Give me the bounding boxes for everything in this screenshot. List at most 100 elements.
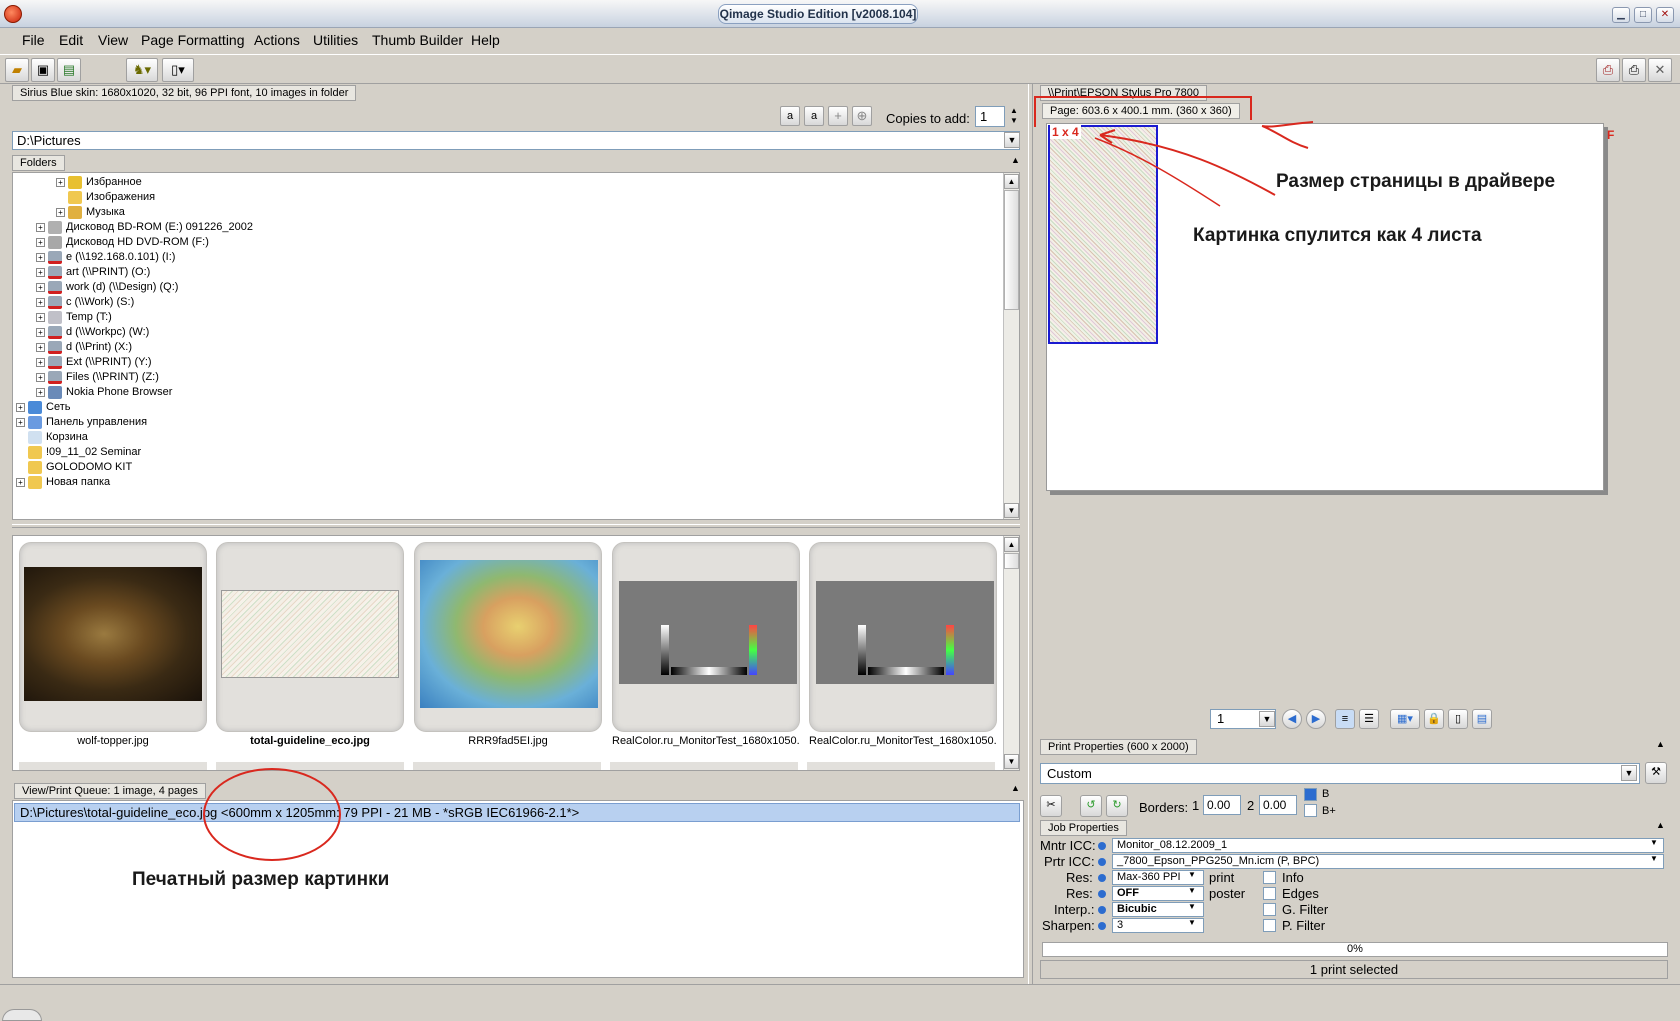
preset-combo[interactable]: Custom: [1040, 763, 1640, 784]
horizontal-splitter[interactable]: [12, 524, 1020, 528]
tree-item[interactable]: + Музыка: [56, 204, 125, 220]
app-icon[interactable]: [4, 5, 22, 23]
thumbnail-scroll-thumb[interactable]: [1004, 553, 1019, 569]
tree-expand-icon[interactable]: +: [36, 342, 45, 352]
tree-item[interactable]: + Ext (\\PRINT) (Y:): [36, 354, 152, 370]
tree-expand-icon[interactable]: +: [16, 402, 25, 412]
menu-help[interactable]: Help: [471, 32, 500, 48]
tree-item[interactable]: + Files (\\PRINT) (Z:): [36, 369, 159, 385]
wizard-icon[interactable]: ♞▾: [126, 58, 158, 82]
crop-icon[interactable]: ✂: [1040, 795, 1062, 817]
tree-item[interactable]: + Nokia Phone Browser: [36, 384, 172, 400]
border1-input[interactable]: 0.00: [1203, 795, 1241, 815]
prev-page-icon[interactable]: ◀: [1282, 709, 1302, 729]
edges-checkbox[interactable]: [1263, 887, 1276, 900]
print-setup-icon[interactable]: ⎙: [1596, 58, 1620, 82]
thumbnail-card[interactable]: [19, 542, 207, 732]
check-b[interactable]: [1304, 788, 1317, 801]
tree-expand-icon[interactable]: +: [36, 297, 45, 307]
preset-dropdown-arrow[interactable]: ▼: [1621, 765, 1637, 781]
print-properties-tab[interactable]: Print Properties (600 x 2000): [1040, 739, 1197, 755]
tools-icon[interactable]: ⚒: [1645, 762, 1667, 784]
copies-spinner[interactable]: ▲ ▼: [1008, 106, 1020, 127]
close-button[interactable]: ✕: [1656, 7, 1674, 23]
tree-expand-icon[interactable]: +: [36, 237, 45, 247]
collapse-queue-icon[interactable]: ▲: [1011, 783, 1020, 793]
collapse-folders-icon[interactable]: ▲: [1011, 155, 1020, 165]
tree-item[interactable]: + Избранное: [56, 174, 142, 190]
portrait-view-icon[interactable]: ≡: [1335, 709, 1355, 729]
check-bplus[interactable]: [1304, 804, 1317, 817]
tree-expand-icon[interactable]: +: [36, 267, 45, 277]
mntr-icc-combo[interactable]: Monitor_08.12.2009_1: [1112, 838, 1664, 853]
tree-expand-icon[interactable]: +: [36, 357, 45, 367]
taskbar-orb-icon[interactable]: [2, 1009, 42, 1021]
path-combo[interactable]: D:\Pictures: [12, 131, 1020, 150]
rotate-left-icon[interactable]: ↺: [1080, 795, 1102, 817]
tree-item[interactable]: + Temp (T:): [36, 309, 112, 325]
tree-expand-icon[interactable]: +: [36, 312, 45, 322]
select-all-icon[interactable]: a: [780, 106, 800, 126]
save-icon[interactable]: ▣: [31, 58, 55, 82]
job-properties-tab[interactable]: Job Properties: [1040, 820, 1127, 836]
menu-file[interactable]: File: [22, 32, 45, 48]
printer-cancel-icon[interactable]: ✕: [1648, 58, 1672, 82]
open-folder-icon[interactable]: ▰: [5, 58, 29, 82]
menu-view[interactable]: View: [98, 32, 128, 48]
mntr-icc-arrow[interactable]: ▼: [1650, 838, 1658, 847]
thumbnail-card[interactable]: [414, 542, 602, 732]
tree-expand-icon[interactable]: +: [36, 327, 45, 337]
minimize-button[interactable]: ▁: [1612, 7, 1630, 23]
prtr-icc-combo[interactable]: _7800_Epson_PPG250_Mn.icm (P, BPC): [1112, 854, 1664, 869]
add-icon[interactable]: +: [828, 106, 848, 126]
folders-tab[interactable]: Folders: [12, 155, 65, 171]
tree-expand-icon[interactable]: +: [36, 282, 45, 292]
tree-item[interactable]: Корзина: [16, 429, 88, 445]
folder-scroll-down[interactable]: ▼: [1004, 503, 1019, 518]
thumbnail-scroll-down[interactable]: ▼: [1004, 754, 1019, 769]
tree-expand-icon[interactable]: +: [36, 252, 45, 262]
tree-item[interactable]: GOLODOMO KIT: [16, 459, 132, 475]
add-all-icon[interactable]: ⊕: [852, 106, 872, 126]
tree-item[interactable]: + c (\\Work) (S:): [36, 294, 134, 310]
tree-item[interactable]: + Дисковод HD DVD-ROM (F:): [36, 234, 209, 250]
tree-expand-icon[interactable]: +: [16, 417, 25, 427]
tree-item[interactable]: !09_11_02 Seminar: [16, 444, 141, 460]
tree-expand-icon[interactable]: +: [56, 177, 65, 187]
thumbnail-card[interactable]: [216, 542, 404, 732]
tree-item[interactable]: + Новая папка: [16, 474, 110, 490]
tree-expand-icon[interactable]: +: [36, 387, 45, 397]
vertical-splitter[interactable]: [1028, 84, 1033, 984]
tree-item[interactable]: + Панель управления: [16, 414, 147, 430]
path-dropdown-arrow[interactable]: ▼: [1004, 132, 1020, 148]
info-checkbox[interactable]: [1263, 871, 1276, 884]
g-filter-checkbox[interactable]: [1263, 903, 1276, 916]
thumbnail-scrollbar[interactable]: [1003, 536, 1019, 770]
tree-item[interactable]: + Дисковод BD-ROM (E:) 091226_2002: [36, 219, 253, 235]
save-all-icon[interactable]: ▤: [57, 58, 81, 82]
page-icon[interactable]: ▯: [1448, 709, 1468, 729]
list-view-icon[interactable]: ☰: [1359, 709, 1379, 729]
thumbnail-card[interactable]: [612, 542, 800, 732]
menu-utilities[interactable]: Utilities: [313, 32, 358, 48]
collapse-job-props-icon[interactable]: ▲: [1656, 820, 1665, 830]
tree-item[interactable]: + art (\\PRINT) (O:): [36, 264, 150, 280]
menu-thumb-builder[interactable]: Thumb Builder: [372, 32, 463, 48]
menu-actions[interactable]: Actions: [254, 32, 300, 48]
tree-expand-icon[interactable]: +: [36, 372, 45, 382]
grid-view-icon[interactable]: ▦▾: [1390, 709, 1420, 729]
tree-expand-icon[interactable]: +: [56, 207, 65, 217]
sharpen-arrow[interactable]: ▼: [1188, 918, 1196, 927]
next-page-icon[interactable]: ▶: [1306, 709, 1326, 729]
thumbnail-card[interactable]: [809, 542, 997, 732]
tree-item[interactable]: + Сеть: [16, 399, 70, 415]
select-icon[interactable]: a: [804, 106, 824, 126]
page-settings-icon[interactable]: ▤: [1472, 709, 1492, 729]
interp-arrow[interactable]: ▼: [1188, 902, 1196, 911]
tree-item[interactable]: Изображения: [56, 189, 155, 205]
border2-input[interactable]: 0.00: [1259, 795, 1297, 815]
lock-icon[interactable]: 🔒: [1424, 709, 1444, 729]
copies-input[interactable]: 1: [975, 106, 1005, 127]
queue-row[interactable]: D:\Pictures\total-guideline_eco.jpg <600…: [14, 803, 1020, 822]
menu-edit[interactable]: Edit: [59, 32, 83, 48]
